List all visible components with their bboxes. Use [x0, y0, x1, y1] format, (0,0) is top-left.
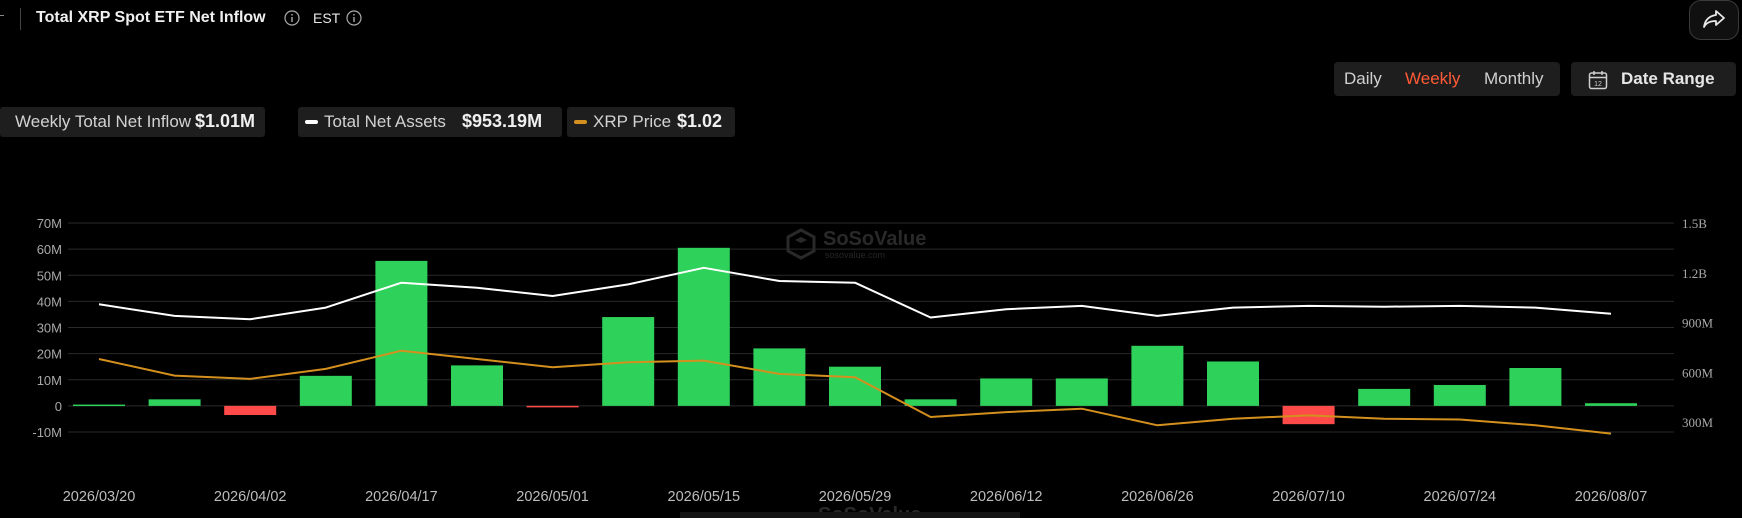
period-weekly-button[interactable]: Weekly: [1405, 69, 1460, 89]
y-right-tick-label: 1.2B: [1682, 266, 1707, 281]
share-button[interactable]: [1689, 0, 1739, 40]
inflow-bar[interactable]: [904, 399, 957, 406]
inflow-bar[interactable]: [73, 404, 125, 407]
date-range-label: Date Range: [1621, 69, 1715, 88]
legend-net-inflow[interactable]: Weekly Total Net Inflow $1.01M: [0, 107, 265, 137]
y-left-tick-label: 30M: [37, 321, 62, 336]
legend-net-assets-swatch: [305, 120, 318, 124]
inflow-bar[interactable]: [1207, 361, 1259, 406]
y-right-tick-label: 900M: [1682, 316, 1714, 331]
x-tick-label: 2026/06/12: [970, 489, 1043, 505]
y-left-tick-label: 40M: [37, 294, 62, 309]
date-range-button[interactable]: 12 Date Range: [1571, 62, 1736, 96]
inflow-bar[interactable]: [980, 378, 1033, 406]
info-icon[interactable]: [284, 10, 300, 26]
inflow-bar[interactable]: [1131, 345, 1184, 406]
period-monthly-button[interactable]: Monthly: [1484, 69, 1544, 89]
bar-layer: [73, 247, 1637, 425]
period-daily-button[interactable]: Daily: [1344, 69, 1382, 89]
legend-net-inflow-value: $1.01M: [195, 111, 256, 131]
inflow-bar[interactable]: [451, 365, 503, 406]
y-right-tick-label: 600M: [1682, 365, 1714, 380]
x-tick-label: 2026/07/10: [1272, 489, 1345, 505]
x-tick-label: 2026/03/20: [63, 489, 136, 505]
share-icon: [1703, 10, 1725, 28]
inflow-bar[interactable]: [299, 375, 352, 406]
inflow-bar[interactable]: [1433, 384, 1486, 406]
x-tick-label: 2026/05/29: [819, 489, 892, 505]
period-selector: Daily Weekly Monthly: [1334, 62, 1560, 96]
collapse-mark[interactable]: [0, 15, 4, 16]
legend-net-assets[interactable]: Total Net Assets $953.19M: [298, 107, 562, 137]
y-left-tick-label: 10M: [37, 373, 62, 388]
inflow-bar[interactable]: [1055, 378, 1108, 406]
y-left-tick-label: -10M: [32, 425, 62, 440]
y-right-tick-label: 1.5B: [1682, 216, 1707, 231]
legend-xrp-price[interactable]: XRP Price $1.02: [567, 107, 735, 137]
x-tick-label: 2026/04/02: [214, 489, 287, 505]
y-left-tick-label: 60M: [37, 242, 62, 257]
page-title: Total XRP Spot ETF Net Inflow: [36, 9, 266, 26]
x-tick-label: 2026/06/26: [1121, 489, 1194, 505]
inflow-bar[interactable]: [148, 399, 201, 406]
calendar-icon: 12: [1588, 71, 1608, 90]
axis-layer: 70M 60M 50M 40M 30M 20M 10M 0 -10M 1.5B 1.2B 900M 60…: [32, 216, 1713, 505]
x-tick-label: 2026/05/01: [516, 489, 589, 505]
svg-text:12: 12: [1594, 81, 1602, 88]
top-bar: Total XRP Spot ETF Net Inflow EST: [0, 0, 1742, 40]
line-layer: [98, 266, 1612, 435]
y-left-tick-label: 50M: [37, 268, 62, 283]
x-tick-label: 2026/04/17: [365, 489, 438, 505]
y-left-tick-label: 20M: [37, 347, 62, 362]
inflow-bar[interactable]: [1358, 388, 1411, 406]
inflow-bar[interactable]: [1585, 403, 1637, 406]
legend-net-assets-label: Total Net Assets: [324, 112, 446, 131]
y-right-tick-label: 300M: [1682, 415, 1714, 430]
inflow-chart: 70M 60M 50M 40M 30M 20M 10M 0 -10M 1.5B 1.2B 900M 60…: [32, 216, 1713, 505]
x-tick-label: 2026/08/07: [1575, 489, 1648, 505]
legend-net-assets-value: $953.19M: [462, 111, 543, 131]
x-tick-label: 2026/07/24: [1424, 489, 1497, 505]
inflow-bar[interactable]: [526, 405, 579, 408]
inflow-bar[interactable]: [224, 405, 277, 416]
header-divider: [20, 8, 21, 30]
inflow-bar[interactable]: [1509, 367, 1562, 406]
x-tick-label: 2026/05/15: [668, 489, 741, 505]
legend-xrp-price-swatch: [574, 120, 587, 124]
timezone-info-icon[interactable]: [346, 10, 362, 26]
legend-xrp-price-value: $1.02: [677, 111, 723, 131]
legend-net-inflow-label: Weekly Total Net Inflow: [15, 112, 192, 131]
y-left-tick-label: 0: [55, 399, 62, 414]
legend-xrp-price-label: XRP Price: [593, 112, 672, 131]
timezone-label: EST: [313, 10, 341, 26]
y-left-tick-label: 70M: [37, 216, 62, 231]
inflow-bar[interactable]: [753, 348, 806, 406]
